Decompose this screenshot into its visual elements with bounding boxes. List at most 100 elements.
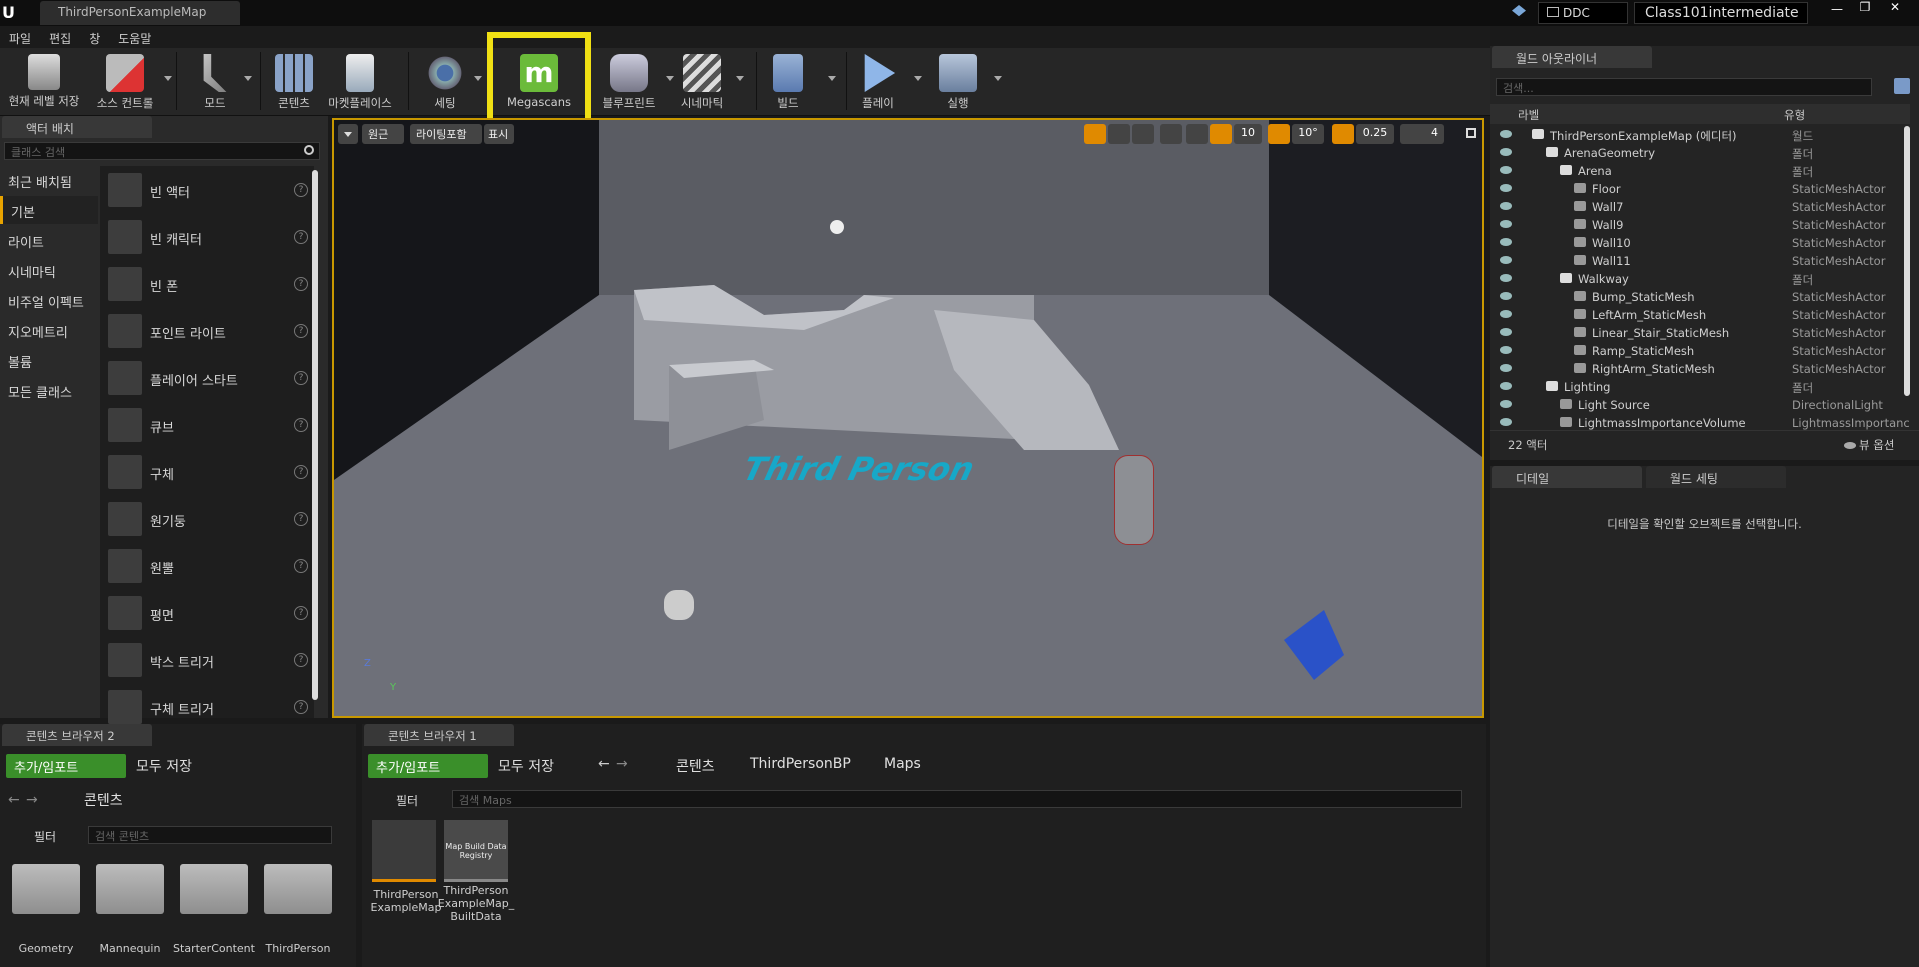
- play-button[interactable]: 플레이: [856, 50, 922, 114]
- add-import-button[interactable]: 추가/임포트: [6, 754, 126, 778]
- chevron-down-icon[interactable]: [994, 76, 1002, 81]
- grid-snap-icon[interactable]: [1210, 124, 1232, 144]
- perspective-button[interactable]: 원근: [362, 124, 404, 144]
- outliner-row[interactable]: Light Source DirectionalLight: [1490, 396, 1910, 414]
- forward-arrow-icon[interactable]: →: [616, 756, 628, 772]
- visibility-eye-icon[interactable]: [1500, 202, 1512, 210]
- rotation-snap-icon[interactable]: [1268, 124, 1290, 144]
- outliner-row[interactable]: LeftArm_StaticMesh StaticMeshActor: [1490, 306, 1910, 324]
- maps-search-input[interactable]: 검색 Maps: [452, 790, 1462, 808]
- outliner-row[interactable]: ThirdPersonExampleMap (에디터) 월드: [1490, 126, 1910, 144]
- visibility-eye-icon[interactable]: [1500, 364, 1512, 372]
- folder-icon[interactable]: [180, 864, 248, 914]
- source-control-button[interactable]: 소스 컨트롤: [90, 50, 172, 114]
- show-button[interactable]: 표시: [484, 124, 514, 144]
- visibility-eye-icon[interactable]: [1500, 418, 1512, 426]
- help-icon[interactable]: ?: [294, 465, 308, 479]
- help-icon[interactable]: ?: [294, 559, 308, 573]
- add-actor-icon[interactable]: [1894, 78, 1910, 94]
- actor-item[interactable]: 포인트 라이트?: [104, 309, 308, 355]
- outliner-search-input[interactable]: 검색...: [1496, 78, 1872, 96]
- filter-button[interactable]: 필터: [396, 792, 418, 809]
- marketplace-button[interactable]: 마켓플레이스: [322, 50, 398, 114]
- visibility-eye-icon[interactable]: [1500, 220, 1512, 228]
- rotate-tool-icon[interactable]: [1108, 124, 1130, 144]
- level-tab[interactable]: ThirdPersonExampleMap: [40, 1, 240, 25]
- visibility-eye-icon[interactable]: [1500, 382, 1512, 390]
- outliner-row[interactable]: ArenaGeometry 폴더: [1490, 144, 1910, 162]
- view-options-button[interactable]: 뷰 옵션: [1844, 437, 1894, 453]
- back-arrow-icon[interactable]: ←: [8, 792, 20, 808]
- outliner-row[interactable]: Wall10 StaticMeshActor: [1490, 234, 1910, 252]
- outliner-row[interactable]: Arena 폴더: [1490, 162, 1910, 180]
- blueprint-button[interactable]: 블루프린트: [596, 50, 674, 114]
- scrollbar[interactable]: [312, 170, 318, 700]
- world-outliner-tab[interactable]: 월드 아웃라이너: [1492, 46, 1652, 68]
- world-settings-tab[interactable]: 월드 세팅: [1646, 466, 1786, 488]
- category-basic[interactable]: 기본: [0, 196, 98, 224]
- visibility-eye-icon[interactable]: [1500, 148, 1512, 156]
- player-start-icon[interactable]: [664, 590, 694, 620]
- folder-icon[interactable]: [264, 864, 332, 914]
- folder-icon[interactable]: [12, 864, 80, 914]
- folder-icon[interactable]: [96, 864, 164, 914]
- visibility-eye-icon[interactable]: [1500, 184, 1512, 192]
- chevron-down-icon[interactable]: [736, 76, 744, 81]
- help-icon[interactable]: ?: [294, 277, 308, 291]
- asset-thumbnail-builtdata[interactable]: Map Build Data Registry: [444, 820, 508, 882]
- visibility-eye-icon[interactable]: [1500, 130, 1512, 138]
- rotation-snap-value[interactable]: 10°: [1292, 124, 1324, 144]
- back-arrow-icon[interactable]: ←: [598, 756, 610, 772]
- actor-item[interactable]: 빈 캐릭터?: [104, 215, 308, 261]
- save-level-button[interactable]: 현재 레벨 저장: [4, 50, 84, 114]
- asset-thumbnail-map[interactable]: [372, 820, 436, 882]
- content-browser-1-tab[interactable]: 콘텐츠 브라우저 1: [364, 724, 514, 746]
- outliner-row[interactable]: RightArm_StaticMesh StaticMeshActor: [1490, 360, 1910, 378]
- help-icon[interactable]: ?: [294, 653, 308, 667]
- build-button[interactable]: 빌드: [766, 50, 836, 114]
- scale-snap-icon[interactable]: [1332, 124, 1354, 144]
- content-search-input[interactable]: 검색 콘텐츠: [88, 826, 332, 844]
- viewport-options-button[interactable]: [338, 124, 358, 144]
- help-icon[interactable]: ?: [294, 324, 308, 338]
- help-icon[interactable]: ?: [294, 700, 308, 714]
- help-icon[interactable]: ?: [294, 606, 308, 620]
- chevron-down-icon[interactable]: [164, 76, 172, 81]
- modes-button[interactable]: 모드: [190, 50, 252, 114]
- actor-item[interactable]: 박스 트리거?: [104, 638, 308, 684]
- source-control-status-icon[interactable]: [1512, 5, 1526, 17]
- content-browser-2-tab[interactable]: 콘텐츠 브라우저 2: [2, 724, 152, 746]
- outliner-row[interactable]: Wall11 StaticMeshActor: [1490, 252, 1910, 270]
- actor-item[interactable]: 원기둥?: [104, 497, 308, 543]
- outliner-row[interactable]: Ramp_StaticMesh StaticMeshActor: [1490, 342, 1910, 360]
- help-icon[interactable]: ?: [294, 418, 308, 432]
- category-recent[interactable]: 최근 배치됨: [0, 166, 98, 194]
- category-geometry[interactable]: 지오메트리: [0, 316, 98, 344]
- category-all-classes[interactable]: 모든 클래스: [0, 376, 98, 404]
- level-viewport[interactable]: Third Person 원근 라이팅포함 표시 10 10° 0.25 4 Z…: [332, 118, 1484, 718]
- visibility-eye-icon[interactable]: [1500, 328, 1512, 336]
- world-space-icon[interactable]: [1160, 124, 1182, 144]
- visibility-eye-icon[interactable]: [1500, 292, 1512, 300]
- help-icon[interactable]: ?: [294, 371, 308, 385]
- actor-item[interactable]: 빈 액터?: [104, 168, 308, 214]
- launch-button[interactable]: 실행: [938, 50, 1002, 114]
- category-visual-effects[interactable]: 비주얼 이펙트: [0, 286, 98, 314]
- camera-speed-button[interactable]: 4: [1400, 124, 1444, 144]
- category-volumes[interactable]: 볼륨: [0, 346, 98, 374]
- place-actors-tab[interactable]: 액터 배치: [2, 116, 152, 138]
- help-icon[interactable]: ?: [294, 512, 308, 526]
- outliner-row[interactable]: LightmassImportanceVolume LightmassImport…: [1490, 414, 1910, 432]
- actor-item[interactable]: 플레이어 스타트?: [104, 356, 308, 402]
- save-all-button[interactable]: 모두 저장: [136, 756, 192, 776]
- category-cinematic[interactable]: 시네마틱: [0, 256, 98, 284]
- lighting-mode-button[interactable]: 라이팅포함: [410, 124, 482, 144]
- outliner-row[interactable]: Bump_StaticMesh StaticMeshActor: [1490, 288, 1910, 306]
- actor-item[interactable]: 평면?: [104, 591, 308, 637]
- forward-arrow-icon[interactable]: →: [26, 792, 38, 808]
- visibility-eye-icon[interactable]: [1500, 274, 1512, 282]
- ddc-indicator[interactable]: DDC: [1538, 2, 1628, 24]
- chevron-down-icon[interactable]: [474, 76, 482, 81]
- character-mannequin[interactable]: [1114, 455, 1154, 545]
- save-all-button[interactable]: 모두 저장: [498, 756, 554, 776]
